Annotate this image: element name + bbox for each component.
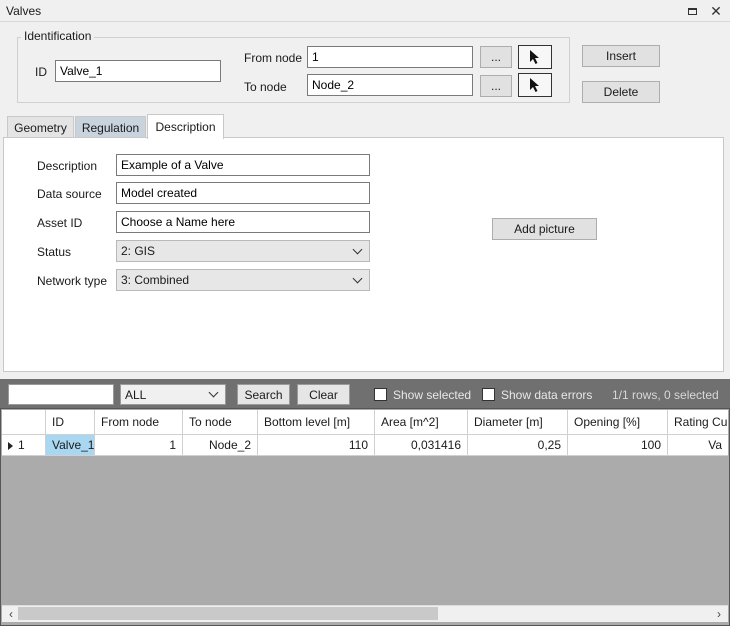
cursor-arrow-icon	[530, 78, 539, 92]
table-cell-opening[interactable]: 100	[568, 435, 668, 456]
network-type-select-value: 3: Combined	[121, 273, 190, 287]
tab-description[interactable]: Description	[147, 114, 224, 139]
asset-id-field[interactable]: Choose a Name here	[116, 211, 370, 233]
row-status-text: 1/1 rows, 0 selected	[612, 388, 719, 402]
grid-filter-select[interactable]: ALL	[120, 384, 226, 405]
table-cell-area[interactable]: 0,031416	[375, 435, 468, 456]
column-header-area[interactable]: Area [m^2]	[375, 410, 468, 435]
from-node-pick-button[interactable]	[518, 45, 552, 69]
show-data-errors-checkbox[interactable]	[482, 388, 495, 401]
table-cell-bottom-level[interactable]: 110	[258, 435, 375, 456]
window-title: Valves	[6, 4, 42, 18]
search-button[interactable]: Search	[237, 384, 290, 405]
insert-button[interactable]: Insert	[582, 45, 660, 67]
table-cell-rating-curve[interactable]: Va	[668, 435, 728, 456]
clear-button[interactable]: Clear	[297, 384, 350, 405]
grid-search-input[interactable]	[8, 384, 114, 405]
network-type-label: Network type	[37, 274, 108, 288]
column-header-bottom-level[interactable]: Bottom level [m]	[258, 410, 375, 435]
scrollbar-thumb[interactable]	[18, 607, 438, 620]
data-source-label: Data source	[37, 187, 102, 201]
description-label: Description	[37, 159, 98, 173]
scroll-left-icon[interactable]: ‹	[4, 606, 18, 621]
column-header-to-node[interactable]: To node	[183, 410, 258, 435]
description-field[interactable]: Example of a Valve	[116, 154, 370, 176]
show-data-errors-label: Show data errors	[501, 388, 593, 402]
id-field[interactable]: Valve_1	[55, 60, 221, 82]
row-header[interactable]: 1	[2, 435, 46, 456]
to-node-label: To node	[244, 80, 287, 94]
row-index: 1	[18, 438, 25, 452]
from-node-label: From node	[244, 51, 303, 65]
to-node-browse-button[interactable]: ...	[480, 75, 512, 97]
close-icon: ✕	[710, 3, 722, 19]
tab-geometry[interactable]: Geometry	[7, 116, 74, 138]
table-cell-from-node[interactable]: 1	[95, 435, 183, 456]
from-node-field[interactable]: 1	[307, 46, 473, 68]
column-header-from-node[interactable]: From node	[95, 410, 183, 435]
row-pointer-icon	[8, 441, 13, 450]
data-source-field[interactable]: Model created	[116, 182, 370, 204]
column-header-rating-curve[interactable]: Rating Curve	[668, 410, 728, 435]
chevron-down-icon	[352, 244, 363, 254]
status-label: Status	[37, 245, 72, 259]
status-select-value: 2: GIS	[121, 244, 156, 258]
restore-icon	[687, 7, 697, 15]
to-node-pick-button[interactable]	[518, 73, 552, 97]
cursor-arrow-icon	[530, 50, 539, 64]
show-selected-label: Show selected	[393, 388, 472, 402]
chevron-down-icon	[352, 273, 363, 283]
network-type-select[interactable]: 3: Combined	[116, 269, 370, 291]
grid-corner-header	[2, 410, 46, 435]
table-cell-diameter[interactable]: 0,25	[468, 435, 568, 456]
asset-id-label: Asset ID	[37, 216, 83, 230]
title-bar	[0, 0, 730, 22]
id-label: ID	[35, 65, 47, 79]
close-button[interactable]: ✕	[708, 3, 724, 19]
restore-button[interactable]	[684, 3, 700, 19]
column-header-diameter[interactable]: Diameter [m]	[468, 410, 568, 435]
scroll-right-icon[interactable]: ›	[712, 606, 726, 621]
show-selected-checkbox[interactable]	[374, 388, 387, 401]
table-cell-id[interactable]: Valve_1	[46, 435, 95, 456]
identification-group-label: Identification	[21, 29, 95, 43]
add-picture-button[interactable]: Add picture	[492, 218, 597, 240]
tab-regulation[interactable]: Regulation	[75, 116, 146, 138]
grid-filter-value: ALL	[125, 387, 147, 402]
status-select[interactable]: 2: GIS	[116, 240, 370, 262]
from-node-browse-button[interactable]: ...	[480, 46, 512, 68]
column-header-id[interactable]: ID	[46, 410, 95, 435]
to-node-field[interactable]: Node_2	[307, 74, 473, 96]
column-header-opening[interactable]: Opening [%]	[568, 410, 668, 435]
chevron-down-icon	[208, 387, 219, 398]
table-cell-to-node[interactable]: Node_2	[183, 435, 258, 456]
delete-button[interactable]: Delete	[582, 81, 660, 103]
